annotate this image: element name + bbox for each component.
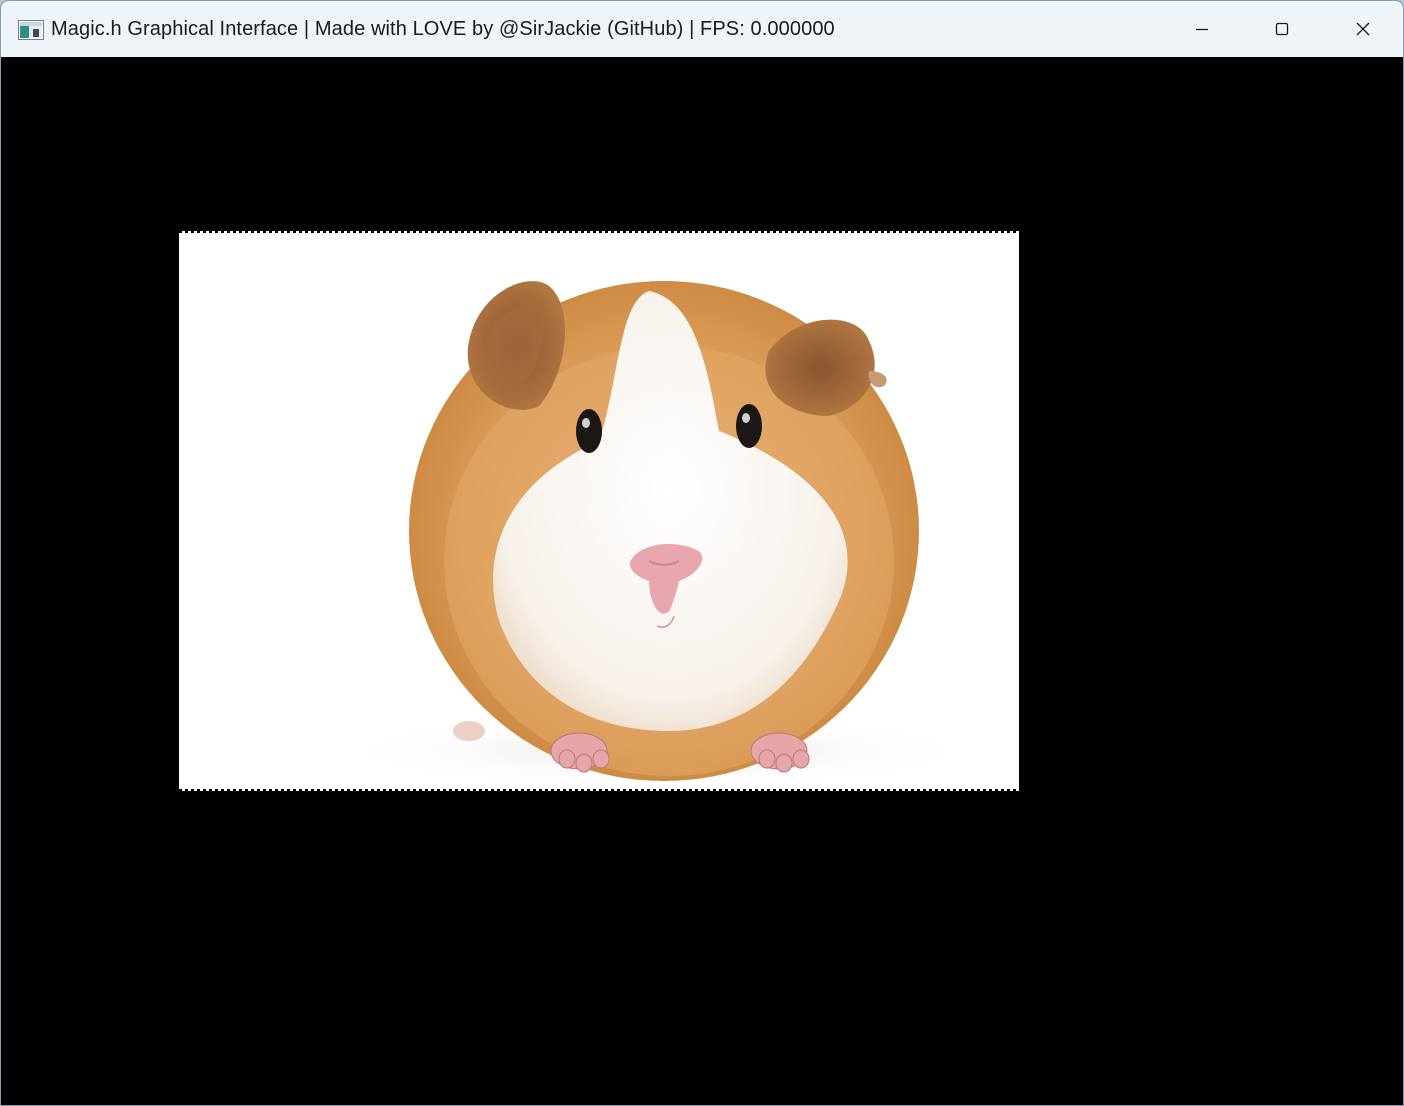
app-window: Magic.h Graphical Interface | Made with … bbox=[0, 0, 1404, 1106]
close-icon bbox=[1356, 22, 1370, 36]
maximize-icon bbox=[1275, 22, 1289, 36]
window-title: Magic.h Graphical Interface | Made with … bbox=[51, 18, 835, 40]
guinea-pig-illustration bbox=[329, 281, 989, 791]
minimize-icon bbox=[1196, 28, 1208, 31]
minimize-button[interactable] bbox=[1162, 1, 1242, 57]
close-button[interactable] bbox=[1323, 1, 1403, 57]
maximize-button[interactable] bbox=[1242, 1, 1322, 57]
render-canvas[interactable] bbox=[4, 57, 1402, 1105]
app-icon bbox=[18, 20, 44, 40]
title-bar[interactable]: Magic.h Graphical Interface | Made with … bbox=[1, 1, 1403, 57]
image-top-edge bbox=[179, 231, 1019, 233]
guinea-pig-image bbox=[179, 231, 1019, 791]
image-bottom-edge bbox=[179, 789, 1019, 791]
